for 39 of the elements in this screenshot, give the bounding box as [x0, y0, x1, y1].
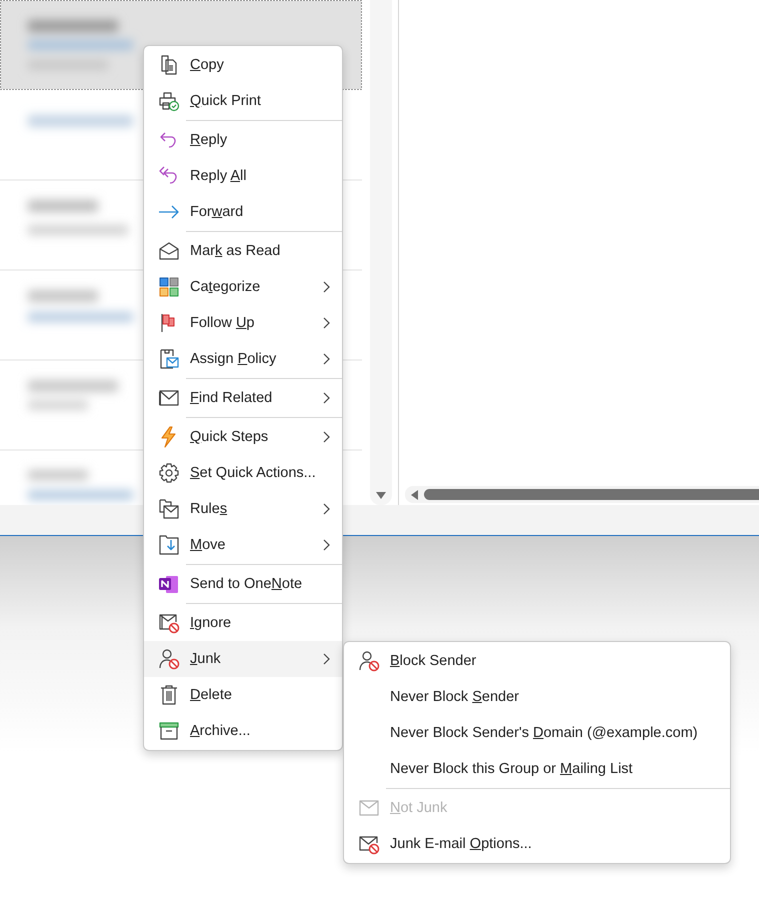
menu-item[interactable]: Archive...: [144, 713, 342, 749]
menu-item[interactable]: Rules: [144, 491, 342, 527]
menu-item[interactable]: Mark as Read: [144, 233, 342, 269]
menu-item[interactable]: Quick Steps: [144, 419, 342, 455]
person-block-icon: [358, 650, 380, 672]
menu-item[interactable]: Follow Up: [144, 305, 342, 341]
scroll-down-icon[interactable]: [376, 492, 386, 499]
menu-item[interactable]: Copy: [144, 47, 342, 83]
printer-icon: [158, 90, 180, 112]
menu-item[interactable]: Reply: [144, 122, 342, 158]
menu-item[interactable]: Reply All: [144, 158, 342, 194]
scroll-left-icon[interactable]: [411, 490, 418, 500]
menu-item[interactable]: Never Block Sender: [344, 679, 730, 715]
open-envelope-icon: [158, 240, 180, 262]
menu-item[interactable]: Delete: [144, 677, 342, 713]
envelope-block-icon: [158, 612, 180, 634]
menu-item[interactable]: Never Block this Group or Mailing List: [344, 751, 730, 787]
document-envelope-icon: [158, 348, 180, 370]
menu-item[interactable]: Forward: [144, 194, 342, 230]
folder-envelope-icon: [158, 498, 180, 520]
archive-box-icon: [158, 720, 180, 742]
menu-item[interactable]: Assign Policy: [144, 341, 342, 377]
person-block-icon: [158, 648, 180, 670]
trash-icon: [158, 684, 180, 706]
menu-item[interactable]: Send to OneNote: [144, 566, 342, 602]
menu-item[interactable]: Categorize: [144, 269, 342, 305]
menu-item[interactable]: Set Quick Actions...: [144, 455, 342, 491]
settings-icon: [158, 462, 180, 484]
menu-item[interactable]: Ignore: [144, 605, 342, 641]
menu-item[interactable]: Block Sender: [344, 643, 730, 679]
menu-item[interactable]: Junk: [144, 641, 342, 677]
folder-arrow-icon: [158, 534, 180, 556]
notebook-icon: [158, 573, 180, 595]
menu-item[interactable]: Quick Print: [144, 83, 342, 119]
color-squares-icon: [158, 276, 180, 298]
menu-item[interactable]: Move: [144, 527, 342, 563]
menu-item[interactable]: Junk E-mail Options...: [344, 826, 730, 862]
menu-item[interactable]: Never Block Sender's Domain (@example.com): [344, 715, 730, 751]
menu-item[interactable]: Find Related: [144, 380, 342, 416]
